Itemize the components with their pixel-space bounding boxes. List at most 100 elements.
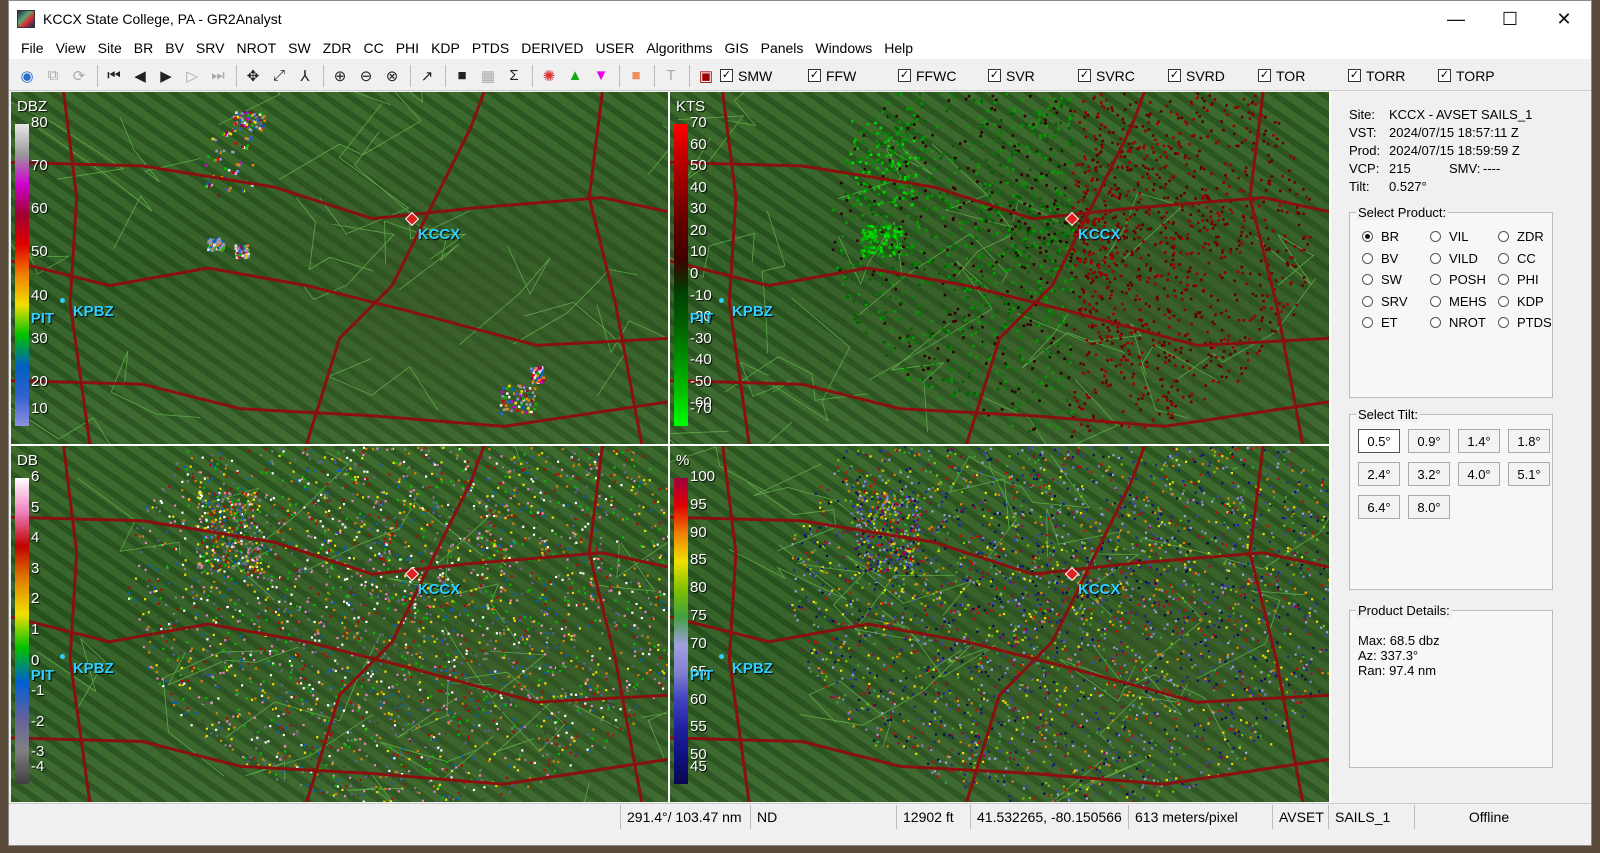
checkbox-icon[interactable]: ✓ (808, 69, 821, 82)
cross-section-icon[interactable]: ⅄ (293, 64, 317, 88)
radar-echo (1126, 341, 1129, 345)
menu-help[interactable]: Help (878, 40, 919, 56)
copy-icon[interactable]: ⧉ (41, 64, 65, 88)
sum-icon[interactable]: Σ (502, 64, 526, 88)
menu-derived[interactable]: DERIVED (515, 40, 589, 56)
warning-toggle-smw[interactable]: ✓ SMW (720, 68, 808, 84)
radar-echo (503, 572, 506, 575)
radar-echo (1069, 256, 1073, 259)
zoom-reset-icon[interactable]: ⊗ (380, 64, 404, 88)
minimize-button[interactable]: — (1429, 1, 1483, 37)
warning-toggle-svrc[interactable]: ✓ SVRC (1078, 68, 1168, 84)
radar-echo (657, 500, 660, 503)
radar-echo (1059, 191, 1063, 195)
radar-echo (404, 646, 407, 649)
warning-toggle-svrd[interactable]: ✓ SVRD (1168, 68, 1258, 84)
globe-icon[interactable]: ◉ (15, 64, 39, 88)
radar-echo (608, 589, 611, 592)
radar-echo (1168, 359, 1171, 362)
zoom-out-icon[interactable]: ⊖ (354, 64, 378, 88)
warning-toggle-torr[interactable]: ✓ TORR (1348, 68, 1438, 84)
radar-echo (882, 340, 886, 344)
step-back-icon[interactable]: ◀ (128, 64, 152, 88)
radar-echo (447, 714, 450, 717)
menu-zdr[interactable]: ZDR (317, 40, 358, 56)
radar-echo (1007, 158, 1011, 162)
menu-view[interactable]: View (50, 40, 92, 56)
checkbox-icon[interactable]: ✓ (898, 69, 911, 82)
measure-icon[interactable]: ⤢ (267, 64, 291, 88)
menu-bv[interactable]: BV (159, 40, 190, 56)
radar-echo (420, 527, 423, 530)
last-frame-icon[interactable]: ⏭ (206, 64, 230, 88)
menu-br[interactable]: BR (128, 40, 159, 56)
green-triangle-icon[interactable]: ▲ (563, 64, 587, 88)
first-frame-icon[interactable]: ⏮ (102, 64, 126, 88)
pane-velocity[interactable]: KTS 70 60 50 40 30 20 10 0 -10 -20 -30 -40 -50 -60 -70 K… (670, 92, 1329, 444)
warning-toggle-svr[interactable]: ✓ SVR (988, 68, 1078, 84)
checkbox-icon[interactable]: ✓ (1438, 69, 1451, 82)
pane-zdr[interactable]: DB 6 5 4 3 2 1 0 -1 -2 -3 -4 KCCX KPBZ PIT (11, 446, 668, 802)
menu-site[interactable]: Site (92, 40, 128, 56)
menu-sw[interactable]: SW (282, 40, 317, 56)
radar-echo (888, 296, 892, 299)
menu-nrot[interactable]: NROT (230, 40, 282, 56)
refresh-icon[interactable]: ⟳ (67, 64, 91, 88)
checkbox-icon[interactable]: ✓ (1348, 69, 1361, 82)
menu-user[interactable]: USER (589, 40, 640, 56)
warning-toggle-ffw[interactable]: ✓ FFW (808, 68, 898, 84)
pan-icon[interactable]: ✥ (241, 64, 265, 88)
radar-echo (230, 513, 233, 516)
step-forward-icon[interactable]: ▷ (180, 64, 204, 88)
menu-phi[interactable]: PHI (390, 40, 425, 56)
radar-echo (182, 596, 185, 599)
radar-echo (506, 392, 509, 395)
checkbox-icon[interactable]: ✓ (1258, 69, 1271, 82)
radar-echo (918, 92, 922, 96)
radar-echo (310, 568, 314, 572)
zoom-in-icon[interactable]: ⊕ (328, 64, 352, 88)
play-icon[interactable]: ▶ (154, 64, 178, 88)
menu-gis[interactable]: GIS (718, 40, 754, 56)
close-button[interactable]: ✕ (1537, 1, 1591, 37)
radar-echo (385, 765, 388, 768)
checkbox-icon[interactable]: ✓ (988, 69, 1001, 82)
radar-echo (545, 539, 548, 542)
warning-box-icon[interactable]: ▣ (694, 64, 718, 88)
menu-algorithms[interactable]: Algorithms (640, 40, 718, 56)
menu-panels[interactable]: Panels (755, 40, 810, 56)
radar-echo (980, 251, 984, 255)
maximize-button[interactable]: ☐ (1483, 1, 1537, 37)
radar-echo (633, 464, 636, 468)
text-icon[interactable]: T (659, 64, 683, 88)
radar-echo (1038, 197, 1042, 201)
radar-echo (232, 517, 235, 520)
checkbox-icon[interactable]: ✓ (1078, 69, 1091, 82)
hurricane-icon[interactable]: ✺ (537, 64, 561, 88)
menu-file[interactable]: File (15, 40, 50, 56)
menu-cc[interactable]: CC (357, 40, 389, 56)
radar-echo (940, 249, 943, 252)
arrow-icon[interactable]: ↗ (415, 64, 439, 88)
magenta-triangle-icon[interactable]: ▼ (589, 64, 613, 88)
menu-windows[interactable]: Windows (809, 40, 878, 56)
radar-echo (1124, 264, 1128, 267)
radar-echo (1084, 257, 1087, 261)
checkbox-icon[interactable]: ✓ (720, 69, 733, 82)
warning-toggle-ffwc[interactable]: ✓ FFWC (898, 68, 988, 84)
grid-icon[interactable]: ▦ (476, 64, 500, 88)
orange-square-icon[interactable]: ■ (624, 64, 648, 88)
radar-echo (1152, 320, 1156, 323)
warning-toggle-torp[interactable]: ✓ TORP (1438, 68, 1528, 84)
menu-srv[interactable]: SRV (190, 40, 231, 56)
radar-echo (530, 367, 533, 371)
warning-toggle-tor[interactable]: ✓ TOR (1258, 68, 1348, 84)
black-square-icon[interactable]: ■ (450, 64, 474, 88)
pane-reflectivity[interactable]: DBZ 80 70 60 50 40 30 20 10 KCCX KPBZ PIT (11, 92, 668, 444)
checkbox-icon[interactable]: ✓ (1168, 69, 1181, 82)
radar-echo (302, 724, 305, 727)
radar-echo (207, 248, 210, 252)
radar-echo (187, 504, 190, 507)
menu-ptds[interactable]: PTDS (466, 40, 515, 56)
menu-kdp[interactable]: KDP (425, 40, 466, 56)
